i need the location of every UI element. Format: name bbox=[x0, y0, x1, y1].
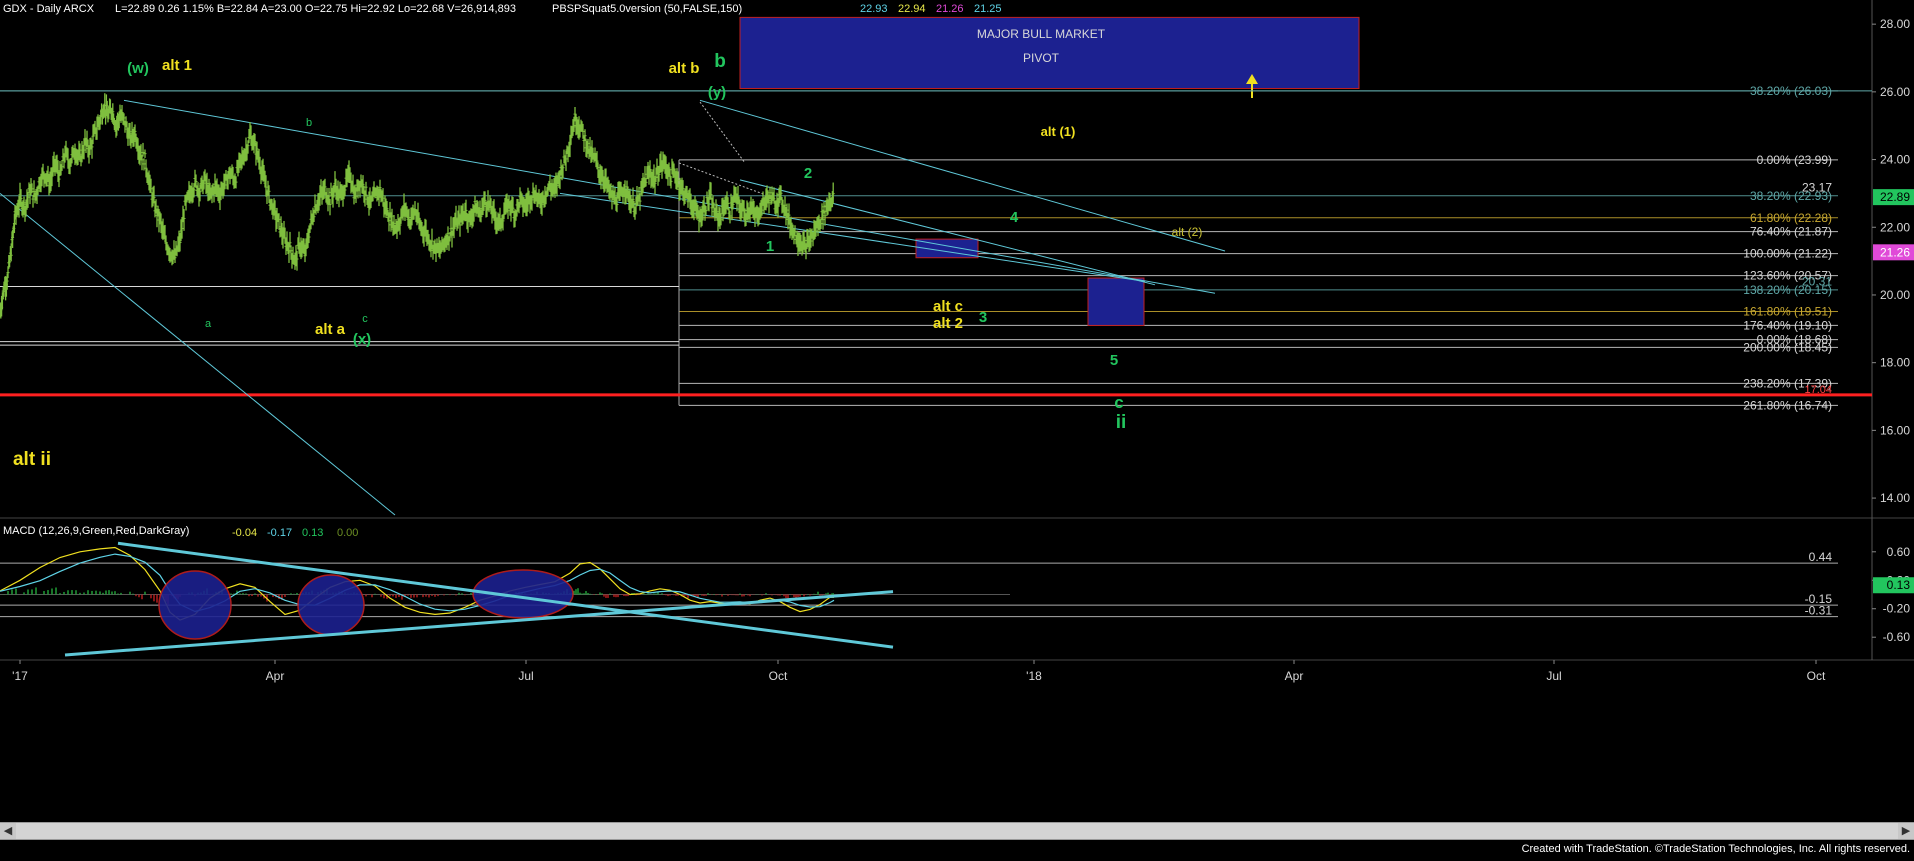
wave-label: (x) bbox=[353, 331, 371, 348]
time-axis-label: Jul bbox=[1546, 669, 1561, 683]
wave-label: 5 bbox=[1110, 352, 1118, 369]
price-chart[interactable]: GDX - Daily ARCX L=22.89 0.26 1.15% B=22.… bbox=[0, 0, 1914, 856]
header-study: PBSPSquat5.0version (50,FALSE,150) bbox=[552, 3, 742, 15]
time-axis-label: '17 bbox=[12, 669, 28, 683]
fib-level-label: 200.00% (18.45) bbox=[1743, 340, 1832, 354]
macd-axis-label: 0.60 bbox=[1887, 545, 1911, 559]
fib-level-label: 38.20% (26.03) bbox=[1750, 84, 1832, 98]
price-panel bbox=[0, 14, 1872, 515]
macd-level-label: 0.44 bbox=[1809, 550, 1833, 564]
wave-label: b bbox=[714, 51, 726, 72]
target-box-wave5 bbox=[1087, 277, 1145, 326]
price-axis-label: 26.00 bbox=[1880, 85, 1910, 99]
price-axis-label: 28.00 bbox=[1880, 17, 1910, 31]
wave-label: alt b bbox=[669, 60, 700, 77]
header-study-value: 21.26 bbox=[936, 3, 964, 15]
wave-label: ii bbox=[1116, 412, 1127, 433]
header-symbol: GDX - Daily ARCX bbox=[3, 3, 95, 15]
fib-level-label: 161.80% (19.51) bbox=[1743, 305, 1832, 319]
fib-level-label: 61.80% (22.28) bbox=[1750, 211, 1832, 225]
wave-label: alt (2) bbox=[1172, 225, 1203, 239]
wave-label: c bbox=[362, 313, 368, 325]
time-axis-label: Jul bbox=[518, 669, 533, 683]
wave-label: 3 bbox=[979, 309, 987, 326]
wave-label: alt ii bbox=[13, 449, 51, 470]
macd-value: 0.00 bbox=[337, 527, 358, 539]
price-annotation: 23.17 bbox=[1802, 181, 1832, 195]
wave-label: c bbox=[1114, 393, 1123, 412]
price-axis-label: 20.00 bbox=[1880, 288, 1910, 302]
time-axis-label: Apr bbox=[1285, 669, 1304, 683]
fib-level-label: 76.40% (21.87) bbox=[1750, 225, 1832, 239]
wave-label: alt (1) bbox=[1041, 124, 1076, 139]
wave-label: alt 2 bbox=[933, 315, 963, 332]
price-axis-label: 16.00 bbox=[1880, 423, 1910, 437]
macd-last-label: 0.13 bbox=[1887, 578, 1911, 592]
wave-label: alt c bbox=[933, 298, 963, 315]
wave-label: alt a bbox=[315, 321, 346, 338]
price-annotation: 20.31 bbox=[1802, 274, 1832, 288]
header-study-value: 22.93 bbox=[860, 3, 888, 15]
time-axis-label: Oct bbox=[769, 669, 788, 683]
chart-canvas[interactable]: GDX - Daily ARCX L=22.89 0.26 1.15% B=22.… bbox=[0, 0, 1914, 856]
pivot-box-subtitle: PIVOT bbox=[1023, 51, 1060, 65]
fib-level-label: 100.00% (21.22) bbox=[1743, 247, 1832, 261]
price-axis-label: 24.00 bbox=[1880, 153, 1910, 167]
wave-label: (w) bbox=[127, 60, 149, 77]
price-axis-label: 18.00 bbox=[1880, 356, 1910, 370]
macd-axis-label: -0.60 bbox=[1883, 630, 1911, 644]
scroll-left-icon[interactable]: ◀ bbox=[0, 823, 16, 839]
wave-label: alt 1 bbox=[162, 57, 192, 74]
credit-text: Created with TradeStation. ©TradeStation… bbox=[1521, 843, 1910, 855]
macd-divergence-marker bbox=[297, 574, 365, 636]
study-value-label: 21.26 bbox=[1880, 245, 1910, 259]
wave-label: 1 bbox=[766, 238, 774, 255]
wave-label: 4 bbox=[1010, 209, 1019, 226]
macd-value: -0.04 bbox=[232, 527, 257, 539]
pivot-box-title: MAJOR BULL MARKET bbox=[977, 27, 1106, 41]
wave-label: (y) bbox=[708, 84, 726, 101]
time-axis-label: '18 bbox=[1026, 669, 1042, 683]
header-study-value: 22.94 bbox=[898, 3, 926, 15]
scroll-right-icon[interactable]: ▶ bbox=[1898, 823, 1914, 839]
macd-value: -0.17 bbox=[267, 527, 292, 539]
price-axis-label: 14.00 bbox=[1880, 491, 1910, 505]
price-axis-label: 22.00 bbox=[1880, 220, 1910, 234]
macd-title: MACD (12,26,9,Green,Red,DarkGray) bbox=[3, 525, 189, 537]
macd-divergence-marker bbox=[158, 570, 232, 640]
time-axis-label: Apr bbox=[266, 669, 285, 683]
red-support-label: 17.04 bbox=[1804, 384, 1832, 396]
fib-level-label: 261.80% (16.74) bbox=[1743, 398, 1832, 412]
last-price-label: 22.89 bbox=[1880, 190, 1910, 204]
chart-header: GDX - Daily ARCX L=22.89 0.26 1.15% B=22.… bbox=[3, 3, 1002, 15]
time-scrollbar[interactable]: ◀ ▶ bbox=[0, 822, 1914, 840]
fib-level-label: 0.00% (23.99) bbox=[1757, 153, 1832, 167]
time-axis-label: Oct bbox=[1807, 669, 1826, 683]
wave-label: a bbox=[205, 318, 212, 330]
macd-level-label: -0.31 bbox=[1805, 604, 1833, 618]
wave-label: 2 bbox=[804, 165, 812, 182]
fib-level-label: 176.40% (19.10) bbox=[1743, 318, 1832, 332]
macd-axis-label: -0.20 bbox=[1883, 602, 1911, 616]
header-study-value: 21.25 bbox=[974, 3, 1002, 15]
macd-value: 0.13 bbox=[302, 527, 323, 539]
header-quote: L=22.89 0.26 1.15% B=22.84 A=23.00 O=22.… bbox=[115, 3, 516, 15]
wave-label: b bbox=[306, 117, 312, 129]
